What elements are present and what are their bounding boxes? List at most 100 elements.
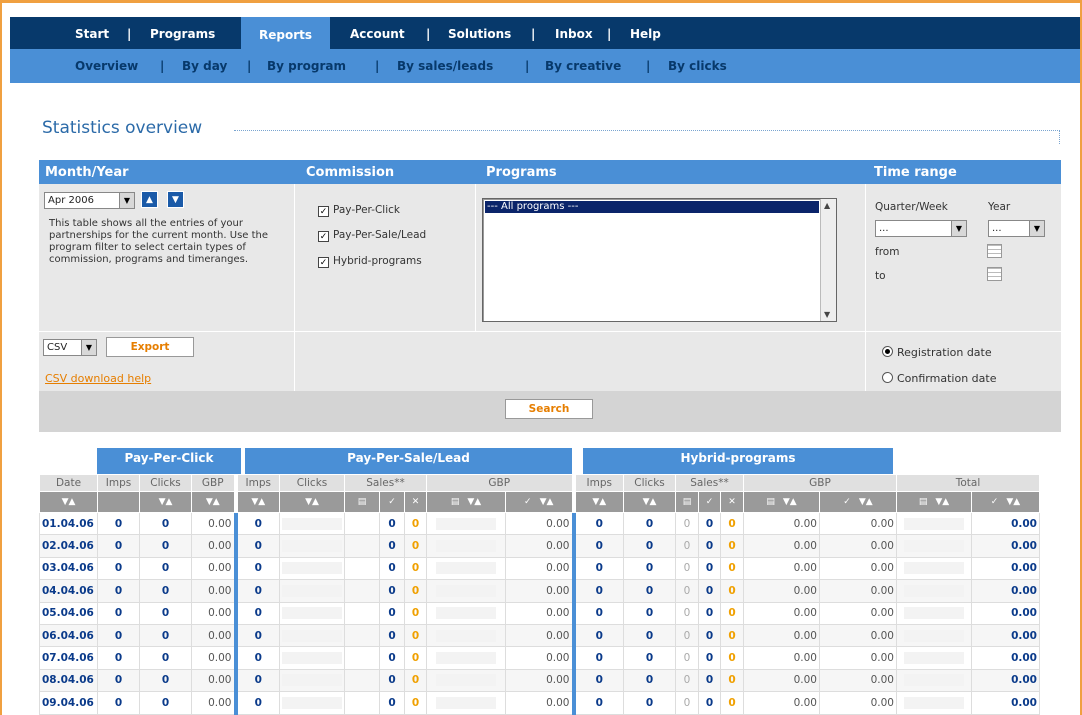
subnav-by-day[interactable]: By day (182, 49, 227, 83)
nav-help[interactable]: Help (630, 17, 661, 49)
sort-cell: ▤ ▼▲ (426, 491, 506, 513)
sort-arrows-icon[interactable]: ▼▲ (859, 497, 873, 507)
next-month-button[interactable]: ▼ (167, 191, 184, 208)
psl-confirmed-cell: 0 (379, 556, 405, 581)
psl-clicks-cell (279, 601, 345, 625)
program-option-all[interactable]: --- All programs --- (485, 201, 819, 213)
sort-arrows-icon[interactable]: ▼▲ (643, 497, 657, 507)
nav-account[interactable]: Account (350, 17, 405, 49)
ppc-clicks-cell: 0 (139, 579, 192, 603)
hybrid-cancelled-cell: 0 (720, 579, 744, 603)
nav-inbox[interactable]: Inbox (555, 17, 593, 49)
total-cell: 0.00 (971, 511, 1040, 536)
sort-cell: ▼▲ (623, 491, 676, 513)
sort-arrows-icon[interactable]: ▼▲ (1006, 497, 1020, 507)
total-pending-cell (896, 691, 972, 715)
hybrid-gbp-cell: 0.00 (819, 601, 897, 625)
date-link[interactable]: 01.04.06 (39, 511, 98, 536)
date-link[interactable]: 04.04.06 (39, 579, 98, 603)
psl-clicks-cell (279, 623, 345, 648)
checkbox-hybrid-programs[interactable]: ✓ Hybrid-programs (318, 255, 422, 268)
subnav-by-clicks[interactable]: By clicks (668, 49, 727, 83)
sort-cell: ✕ (404, 491, 427, 513)
calendar-icon[interactable] (987, 267, 1002, 281)
ppc-clicks-cell: 0 (139, 511, 192, 536)
hybrid-cancelled-cell: 0 (720, 691, 744, 715)
export-format-select[interactable]: CSV ▼ (43, 339, 97, 356)
sort-arrows-icon[interactable]: ▼▲ (251, 497, 265, 507)
psl-pending-cell (344, 511, 380, 536)
date-link[interactable]: 09.04.06 (39, 691, 98, 715)
date-link[interactable]: 06.04.06 (39, 623, 98, 648)
hybrid-clicks-cell: 0 (623, 691, 676, 715)
ppc-gbp-cell: 0.00 (191, 556, 236, 581)
radio-registration-date[interactable]: Registration date (882, 346, 992, 359)
table-row: 07.04.06 0 0 0.00 0 0 0 0.00 0 0 0 0 0 0.00 0.00 0.00 (39, 646, 1040, 670)
hybrid-gbp-pending-cell: 0.00 (743, 668, 820, 693)
sort-arrows-icon[interactable]: ▼▲ (540, 497, 554, 507)
sort-arrows-icon[interactable]: ▼▲ (783, 497, 797, 507)
table-row: 06.04.06 0 0 0.00 0 0 0 0.00 0 0 0 0 0 0.00 0.00 0.00 (39, 623, 1040, 648)
previous-month-button[interactable]: ▲ (141, 191, 158, 208)
hybrid-confirmed-cell: 0 (698, 579, 721, 603)
subnav-by-creative[interactable]: By creative (545, 49, 621, 83)
psl-gbp-pending-cell (426, 623, 506, 648)
date-link[interactable]: 05.04.06 (39, 601, 98, 625)
hybrid-gbp-cell: 0.00 (819, 579, 897, 603)
sort-arrows-icon[interactable]: ▼▲ (62, 497, 76, 507)
hybrid-pending-cell: 0 (675, 556, 699, 581)
hybrid-clicks-cell: 0 (623, 556, 676, 581)
nav-reports[interactable]: Reports (241, 17, 330, 51)
empty-value (904, 696, 964, 709)
date-link[interactable]: 03.04.06 (39, 556, 98, 581)
nav-start[interactable]: Start (75, 17, 109, 49)
nav-solutions[interactable]: Solutions (448, 17, 511, 49)
scroll-down-icon[interactable]: ▼ (824, 310, 830, 319)
subnav-by-sales-leads[interactable]: By sales/leads (397, 49, 493, 83)
hybrid-cancelled-cell: 0 (720, 511, 744, 536)
checkbox-pay-per-click[interactable]: ✓ Pay-Per-Click (318, 204, 400, 217)
month-select[interactable]: Apr 2006 ▼ (44, 192, 135, 209)
search-button[interactable]: Search (505, 399, 593, 419)
ppc-gbp-cell: 0.00 (191, 691, 236, 715)
total-pending-cell (896, 534, 972, 558)
radio-confirmation-date[interactable]: Confirmation date (882, 372, 996, 385)
programs-listbox[interactable]: --- All programs --- ▲ ▼ (482, 198, 837, 322)
psl-pending-cell (344, 601, 380, 625)
date-link[interactable]: 02.04.06 (39, 534, 98, 558)
psl-clicks-cell (279, 534, 345, 558)
hybrid-gbp-pending-cell: 0.00 (743, 601, 820, 625)
hybrid-gbp-pending-cell: 0.00 (743, 556, 820, 581)
sort-arrows-icon[interactable]: ▼▲ (935, 497, 949, 507)
psl-confirmed-cell: 0 (379, 601, 405, 625)
psl-clicks-cell (279, 556, 345, 581)
nav-programs[interactable]: Programs (150, 17, 215, 49)
date-link[interactable]: 08.04.06 (39, 668, 98, 693)
listbox-scrollbar[interactable]: ▲ ▼ (820, 199, 836, 321)
group-header-pay-per-sale-lead: Pay-Per-Sale/Lead (245, 448, 572, 474)
calendar-icon[interactable] (987, 244, 1002, 258)
page-frame: Start | Programs Reports Account | Solut… (0, 0, 1082, 715)
psl-cancelled-cell: 0 (404, 623, 427, 648)
subnav-overview[interactable]: Overview (75, 49, 138, 83)
sort-arrows-icon[interactable]: ▼▲ (467, 497, 481, 507)
ppc-clicks-cell: 0 (139, 623, 192, 648)
date-link[interactable]: 07.04.06 (39, 646, 98, 670)
header-commission: Commission (306, 165, 395, 180)
year-select[interactable]: ... ▼ (988, 220, 1045, 237)
sort-arrows-icon[interactable]: ▼▲ (305, 497, 319, 507)
sort-cell: ▤ (675, 491, 699, 513)
check-icon: ✓ (318, 257, 329, 268)
scroll-up-icon[interactable]: ▲ (824, 201, 830, 210)
total-cell: 0.00 (971, 691, 1040, 715)
chevron-down-icon: ▼ (1029, 221, 1044, 236)
quarter-week-select[interactable]: ... ▼ (875, 220, 967, 237)
export-button[interactable]: Export (106, 337, 194, 357)
sort-cell: ✓ (379, 491, 405, 513)
csv-download-help-link[interactable]: CSV download help (45, 372, 151, 385)
sort-arrows-icon[interactable]: ▼▲ (206, 497, 220, 507)
checkbox-pay-per-sale-lead[interactable]: ✓ Pay-Per-Sale/Lead (318, 229, 426, 242)
sort-arrows-icon[interactable]: ▼▲ (159, 497, 173, 507)
subnav-by-program[interactable]: By program (267, 49, 346, 83)
sort-arrows-icon[interactable]: ▼▲ (592, 497, 606, 507)
